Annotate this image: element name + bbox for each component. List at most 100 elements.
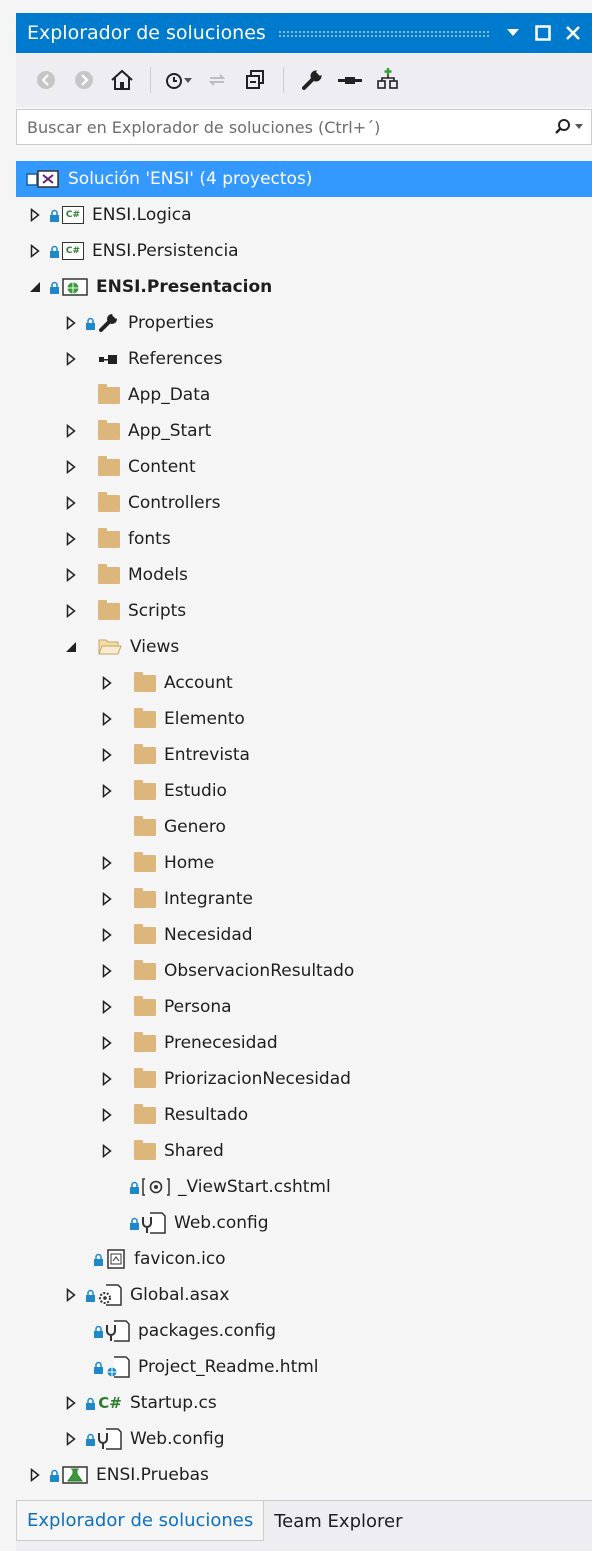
expand-arrow-icon[interactable] — [98, 926, 116, 944]
tree-item-folder-integrante[interactable]: Integrante — [16, 881, 592, 917]
tree-item-folder-necesidad[interactable]: Necesidad — [16, 917, 592, 953]
folder-icon — [98, 419, 120, 441]
tree-item-folder-prenecesidad[interactable]: Prenecesidad — [16, 1025, 592, 1061]
panel-title: Explorador de soluciones — [27, 22, 266, 44]
tree-item-folder-scripts[interactable]: Scripts — [16, 593, 592, 629]
tree-item-file-packages-config[interactable]: packages.config — [16, 1313, 592, 1349]
tree-item-folder-resultado[interactable]: Resultado — [16, 1097, 592, 1133]
expand-arrow-icon[interactable] — [98, 854, 116, 872]
expand-arrow-icon[interactable] — [62, 458, 80, 476]
tree-item-file-global-asax[interactable]: Global.asax — [16, 1277, 592, 1313]
lock-icon — [48, 207, 60, 223]
dropdown-arrow-icon[interactable] — [502, 22, 524, 44]
tree-item-references[interactable]: References — [16, 341, 592, 377]
class-view-icon[interactable] — [372, 64, 404, 96]
tree-item-folder-persona[interactable]: Persona — [16, 989, 592, 1025]
tree-item-label: Estudio — [164, 781, 227, 801]
expand-arrow-icon[interactable] — [62, 530, 80, 548]
tree-item-solution[interactable]: Solución 'ENSI' (4 proyectos) — [16, 161, 592, 197]
config-file-icon — [106, 1320, 130, 1342]
tree-item-folder-models[interactable]: Models — [16, 557, 592, 593]
expand-arrow-icon[interactable] — [62, 350, 80, 368]
tab-team-explorer[interactable]: Team Explorer — [264, 1501, 412, 1541]
open-folder-icon — [98, 637, 122, 657]
expand-arrow-icon[interactable] — [98, 962, 116, 980]
sync-icon[interactable] — [201, 64, 233, 96]
tree-item-folder-estudio[interactable]: Estudio — [16, 773, 592, 809]
tree-item-file-favicon[interactable]: favicon.ico — [16, 1241, 592, 1277]
expand-arrow-icon[interactable] — [98, 782, 116, 800]
maximize-icon[interactable] — [532, 22, 554, 44]
tree-item-folder-genero[interactable]: Genero — [16, 809, 592, 845]
expand-arrow-icon[interactable] — [62, 1430, 80, 1448]
tree-item-folder-home[interactable]: Home — [16, 845, 592, 881]
tree-item-folder-account[interactable]: Account — [16, 665, 592, 701]
tree-item-folder-app-start[interactable]: App_Start — [16, 413, 592, 449]
expand-arrow-icon[interactable] — [98, 1142, 116, 1160]
tree-item-file-web-config[interactable]: Web.config — [16, 1421, 592, 1457]
collapse-all-icon[interactable] — [239, 64, 271, 96]
tree-item-label: Scripts — [128, 601, 187, 621]
tree-item-folder-elemento[interactable]: Elemento — [16, 701, 592, 737]
tree-item-label: Web.config — [130, 1429, 225, 1449]
home-icon[interactable] — [106, 64, 138, 96]
expand-arrow-icon[interactable] — [62, 1286, 80, 1304]
tree-item-file-views-web-config[interactable]: Web.config — [16, 1205, 592, 1241]
expand-arrow-icon[interactable] — [26, 1466, 44, 1484]
expand-arrow-icon[interactable] — [62, 602, 80, 620]
tree-item-folder-entrevista[interactable]: Entrevista — [16, 737, 592, 773]
lock-icon — [48, 279, 60, 295]
tree-item-label: Resultado — [164, 1105, 249, 1125]
expand-arrow-icon[interactable] — [62, 314, 80, 332]
tree-item-properties[interactable]: Properties — [16, 305, 592, 341]
expand-arrow-icon[interactable] — [98, 1106, 116, 1124]
tree-item-file-project-readme[interactable]: Project_Readme.html — [16, 1349, 592, 1385]
tree-item-folder-app-data[interactable]: App_Data — [16, 377, 592, 413]
preview-selected-icon[interactable] — [334, 64, 366, 96]
tree-item-folder-views[interactable]: Views — [16, 629, 592, 665]
forward-icon[interactable] — [68, 64, 100, 96]
tree-item-folder-fonts[interactable]: fonts — [16, 521, 592, 557]
tree-item-label: Controllers — [128, 493, 221, 513]
razor-file-icon — [142, 1177, 170, 1197]
tree-item-project-presentacion[interactable]: ENSI.Presentacion — [16, 269, 592, 305]
close-icon[interactable] — [562, 22, 584, 44]
tree-item-folder-shared[interactable]: Shared — [16, 1133, 592, 1169]
tree-item-folder-content[interactable]: Content — [16, 449, 592, 485]
search-icon[interactable] — [545, 118, 591, 136]
tree-item-project-logica[interactable]: C# ENSI.Logica — [16, 197, 592, 233]
tree-item-file-viewstart[interactable]: _ViewStart.cshtml — [16, 1169, 592, 1205]
expand-arrow-icon[interactable] — [98, 746, 116, 764]
tree-item-project-pruebas[interactable]: ENSI.Pruebas — [16, 1457, 592, 1493]
expand-arrow-icon[interactable] — [62, 422, 80, 440]
expand-arrow-icon[interactable] — [62, 494, 80, 512]
tree-item-label: References — [128, 349, 223, 369]
folder-icon — [134, 779, 156, 801]
expand-arrow-icon[interactable] — [98, 1070, 116, 1088]
expand-arrow-icon[interactable] — [98, 1034, 116, 1052]
expand-arrow-icon[interactable] — [98, 890, 116, 908]
expand-arrow-icon[interactable] — [98, 710, 116, 728]
expand-arrow-icon[interactable] — [26, 206, 44, 224]
lock-icon — [92, 1323, 104, 1339]
expand-arrow-icon[interactable] — [26, 242, 44, 260]
tree-item-folder-observacion-resultado[interactable]: ObservacionResultado — [16, 953, 592, 989]
collapse-arrow-icon[interactable] — [62, 638, 80, 656]
properties-wrench-icon[interactable] — [296, 64, 328, 96]
collapse-arrow-icon[interactable] — [26, 278, 44, 296]
expand-arrow-icon[interactable] — [98, 674, 116, 692]
tree-item-project-persistencia[interactable]: C# ENSI.Persistencia — [16, 233, 592, 269]
expand-arrow-icon[interactable] — [98, 998, 116, 1016]
search-input[interactable] — [17, 110, 545, 144]
tab-solution-explorer[interactable]: Explorador de soluciones — [16, 1501, 265, 1541]
pending-changes-filter-icon[interactable] — [163, 64, 195, 96]
lock-icon — [128, 1179, 140, 1195]
expand-arrow-icon[interactable] — [62, 566, 80, 584]
tree-item-label: ENSI.Pruebas — [96, 1465, 209, 1485]
tree-item-folder-controllers[interactable]: Controllers — [16, 485, 592, 521]
drag-grip[interactable] — [277, 29, 490, 37]
tree-item-folder-priorizacion-necesidad[interactable]: PriorizacionNecesidad — [16, 1061, 592, 1097]
back-icon[interactable] — [30, 64, 62, 96]
expand-arrow-icon[interactable] — [62, 1394, 80, 1412]
tree-item-file-startup-cs[interactable]: C# Startup.cs — [16, 1385, 592, 1421]
